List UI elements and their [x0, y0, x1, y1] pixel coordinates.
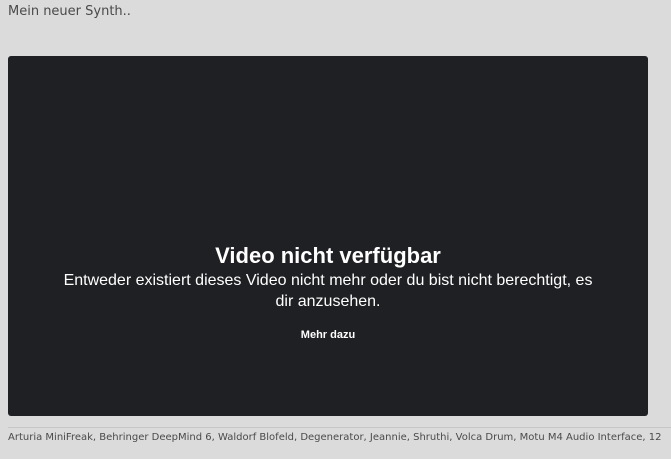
video-unavailable-message: Entweder existiert dieses Video nicht me… — [63, 272, 593, 310]
post-text: Mein neuer Synth.. — [8, 4, 131, 19]
signature-divider — [8, 427, 671, 428]
user-signature: Arturia MiniFreak, Behringer DeepMind 6,… — [8, 432, 662, 443]
video-unavailable-title: Video nicht verfügbar — [215, 243, 441, 268]
video-embed[interactable]: Video nicht verfügbar Entweder existiert… — [8, 56, 648, 416]
more-info-link[interactable]: Mehr dazu — [301, 329, 355, 341]
video-unavailable-notice: Video nicht verfügbar Entweder existiert… — [8, 243, 648, 343]
